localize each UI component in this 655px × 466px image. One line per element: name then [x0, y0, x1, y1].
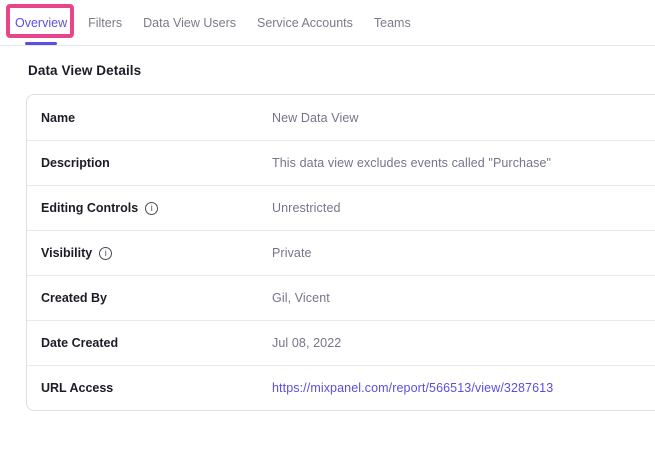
tab-service-accounts-label: Service Accounts	[257, 16, 353, 30]
row-label: Description	[41, 156, 272, 170]
tab-data-view-users[interactable]: Data View Users	[143, 0, 236, 45]
row-label: URL Access	[41, 381, 272, 395]
table-row-visibility: Visibility i Private	[27, 230, 655, 275]
row-value: https://mixpanel.com/report/566513/view/…	[272, 381, 553, 395]
table-row-date-created: Date Created Jul 08, 2022	[27, 320, 655, 365]
info-icon[interactable]: i	[145, 202, 158, 215]
data-view-details-card: Name New Data View Description This data…	[26, 94, 655, 411]
row-label: Name	[41, 111, 272, 125]
row-value: Private	[272, 246, 312, 260]
page-title: Data View Details	[28, 63, 655, 78]
row-label: Created By	[41, 291, 272, 305]
table-row-url-access: URL Access https://mixpanel.com/report/5…	[27, 365, 655, 410]
info-icon[interactable]: i	[99, 247, 112, 260]
tab-overview[interactable]: Overview	[15, 0, 67, 45]
row-label: Date Created	[41, 336, 272, 350]
tab-service-accounts[interactable]: Service Accounts	[257, 0, 353, 45]
tab-teams[interactable]: Teams	[374, 0, 411, 45]
data-view-url-link[interactable]: https://mixpanel.com/report/566513/view/…	[272, 381, 553, 395]
table-row-name: Name New Data View	[27, 95, 655, 140]
tab-filters-label: Filters	[88, 16, 122, 30]
row-value: This data view excludes events called "P…	[272, 156, 551, 170]
table-row-editing-controls: Editing Controls i Unrestricted	[27, 185, 655, 230]
table-row-description: Description This data view excludes even…	[27, 140, 655, 185]
table-row-created-by: Created By Gil, Vicent	[27, 275, 655, 320]
tab-filters[interactable]: Filters	[88, 0, 122, 45]
active-tab-underline	[25, 42, 57, 45]
tab-data-view-users-label: Data View Users	[143, 16, 236, 30]
row-label: Visibility i	[41, 246, 272, 260]
row-value: Gil, Vicent	[272, 291, 330, 305]
row-value: Jul 08, 2022	[272, 336, 341, 350]
row-value: Unrestricted	[272, 201, 341, 215]
tab-overview-label: Overview	[15, 16, 67, 30]
tab-bar: Overview Filters Data View Users Service…	[0, 0, 655, 46]
tab-teams-label: Teams	[374, 16, 411, 30]
row-value: New Data View	[272, 111, 359, 125]
row-label: Editing Controls i	[41, 201, 272, 215]
